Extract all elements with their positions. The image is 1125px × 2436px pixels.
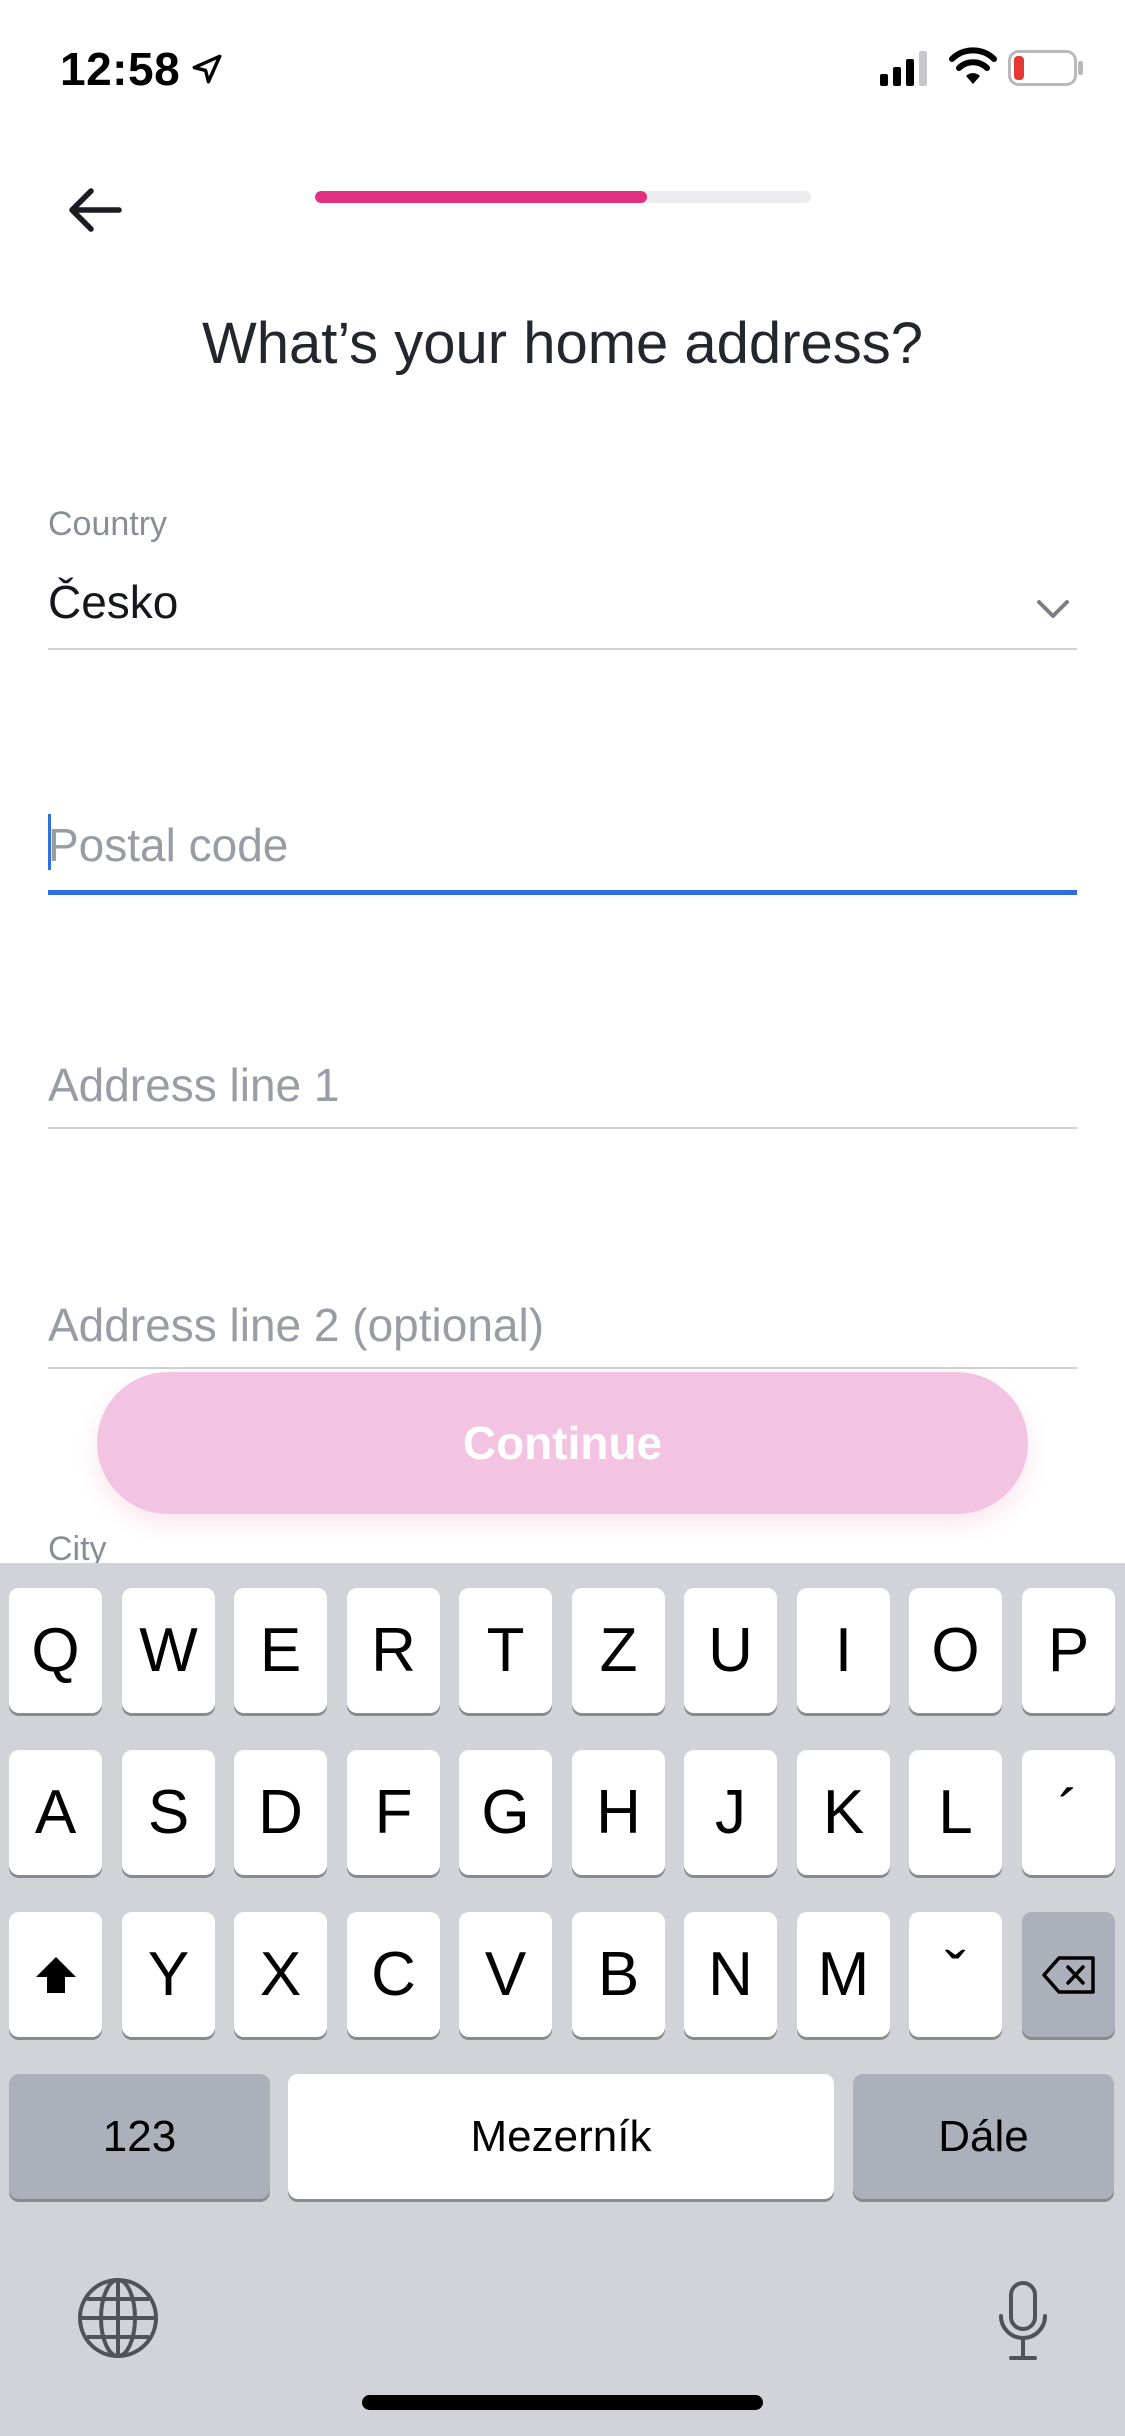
key-q[interactable]: Q <box>9 1588 102 1713</box>
key-a[interactable]: A <box>9 1750 102 1875</box>
postal-code-field <box>48 810 1077 895</box>
key-t[interactable]: T <box>459 1588 552 1713</box>
postal-code-input[interactable] <box>48 810 1077 880</box>
home-indicator <box>362 2395 763 2410</box>
key-o[interactable]: O <box>909 1588 1002 1713</box>
key-x[interactable]: X <box>234 1912 327 2037</box>
key-v[interactable]: V <box>459 1912 552 2037</box>
delete-key[interactable] <box>1022 1912 1115 2037</box>
country-value: Česko <box>48 576 179 628</box>
status-time: 12:58 <box>60 43 181 95</box>
page-title: What’s your home address? <box>201 311 924 376</box>
key-e[interactable]: E <box>234 1588 327 1713</box>
address-line-2-input[interactable] <box>48 1290 1077 1360</box>
key-w[interactable]: W <box>122 1588 215 1713</box>
key-u[interactable]: U <box>684 1588 777 1713</box>
key-d[interactable]: D <box>234 1750 327 1875</box>
key-m[interactable]: M <box>797 1912 890 2037</box>
key-n[interactable]: N <box>684 1912 777 2037</box>
key-j[interactable]: J <box>684 1750 777 1875</box>
progress-bar-fill <box>315 191 648 203</box>
battery-icon <box>1008 50 1083 86</box>
postal-code-underline <box>48 890 1077 895</box>
key-s[interactable]: S <box>122 1750 215 1875</box>
key-i[interactable]: I <box>797 1588 890 1713</box>
key-b[interactable]: B <box>572 1912 665 2037</box>
shift-icon <box>35 1956 76 1993</box>
key-c[interactable]: C <box>347 1912 440 2037</box>
key-l[interactable]: L <box>909 1750 1002 1875</box>
address-line-1-field <box>48 1050 1077 1130</box>
key-z[interactable]: Z <box>572 1588 665 1713</box>
return-key[interactable]: Dále <box>853 2074 1114 2199</box>
numbers-key[interactable]: 123 <box>9 2074 270 2199</box>
country-label: Country <box>48 505 168 543</box>
key-r[interactable]: R <box>347 1588 440 1713</box>
key-y[interactable]: Y <box>122 1912 215 2037</box>
key-g[interactable]: G <box>459 1750 552 1875</box>
shift-key[interactable] <box>9 1912 102 2037</box>
key-acute[interactable]: ´ <box>1022 1750 1115 1875</box>
address-line-2-field <box>48 1290 1077 1370</box>
back-button[interactable] <box>40 160 150 260</box>
microphone-icon[interactable] <box>995 2280 1051 2364</box>
address-line-1-input[interactable] <box>48 1050 1077 1120</box>
key-k[interactable]: K <box>797 1750 890 1875</box>
progress-bar <box>315 191 811 203</box>
address-line-2-underline <box>48 1367 1077 1369</box>
text-caret <box>48 814 51 870</box>
arrow-left-icon <box>69 188 122 232</box>
key-p[interactable]: P <box>1022 1588 1115 1713</box>
key-f[interactable]: F <box>347 1750 440 1875</box>
cellular-signal-icon <box>880 51 927 86</box>
status-bar: 12:58 <box>0 0 1125 135</box>
key-caron[interactable]: ˇ <box>909 1912 1002 2037</box>
location-arrow-icon <box>192 54 222 84</box>
space-key[interactable]: Mezerník <box>288 2074 834 2199</box>
wifi-icon <box>949 47 997 84</box>
continue-button[interactable]: Continue <box>97 1372 1028 1514</box>
chevron-down-icon <box>1037 600 1069 618</box>
country-select[interactable]: Country Česko <box>48 505 1077 650</box>
globe-icon[interactable] <box>75 2275 161 2361</box>
backspace-icon <box>1041 1955 1095 1994</box>
key-h[interactable]: H <box>572 1750 665 1875</box>
address-line-1-underline <box>48 1127 1077 1129</box>
country-underline <box>48 648 1077 650</box>
